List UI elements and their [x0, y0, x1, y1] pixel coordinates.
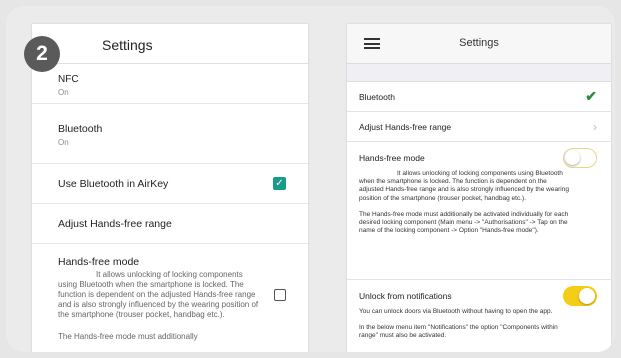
bluetooth-label: Bluetooth [58, 123, 103, 135]
android-header: Settings [32, 24, 308, 64]
ios-adjust-range-label: Adjust Hands-free range [359, 121, 452, 132]
ios-unlock-notifications-description-2: In the below menu item "Notifications" t… [359, 324, 558, 340]
check-icon: ✓ [275, 177, 284, 189]
ios-header: Settings [347, 24, 611, 64]
ios-settings-screen: Settings Bluetooth ✔ Adjust Hands-free r… [347, 24, 611, 352]
ios-hands-free-block: Hands-free mode It allows unlocking of l… [347, 142, 611, 280]
bluetooth-value: On [58, 138, 69, 147]
chevron-right-icon: › [593, 119, 597, 134]
android-adjust-range-item[interactable]: Adjust Hands-free range [32, 204, 308, 244]
ios-hands-free-description: It allows unlocking of locking component… [359, 170, 569, 202]
android-page-title: Settings [102, 37, 153, 53]
step-badge: 2 [24, 36, 60, 72]
hands-free-checkbox[interactable] [274, 289, 286, 301]
use-bluetooth-checkbox[interactable]: ✓ [273, 177, 286, 190]
android-hands-free-item[interactable]: Hands-free mode It allows unlocking of l… [32, 244, 308, 352]
ios-hands-free-description-2: The Hands-free mode must additionally be… [359, 210, 569, 235]
adjust-range-label: Adjust Hands-free range [58, 217, 172, 230]
hands-free-description: It allows unlocking of locking component… [58, 270, 259, 319]
ios-bluetooth-label: Bluetooth [359, 91, 395, 102]
use-bluetooth-label: Use Bluetooth in AirKey [58, 177, 169, 190]
android-settings-screen: Settings NFC On Bluetooth On Use Bluetoo… [32, 24, 308, 352]
android-nfc-item[interactable]: NFC On [32, 64, 308, 104]
checkmark-icon: ✔ [585, 88, 597, 104]
hands-free-label: Hands-free mode [58, 256, 140, 268]
ios-unlock-notifications-block: Unlock from notifications You can unlock… [347, 280, 611, 352]
hands-free-description-2: The Hands-free mode must additionally [58, 332, 198, 341]
ios-hands-free-label: Hands-free mode [359, 153, 425, 163]
hands-free-toggle[interactable] [563, 148, 597, 168]
ios-page-title: Settings [459, 37, 499, 49]
screenshot-frame: 2 Settings NFC On Bluetooth On Use Bluet… [6, 6, 615, 352]
nfc-value: On [58, 88, 69, 97]
nfc-label: NFC [58, 74, 79, 85]
section-spacer [347, 64, 611, 82]
unlock-notifications-toggle[interactable] [563, 286, 597, 306]
ios-bluetooth-row[interactable]: Bluetooth ✔ [347, 82, 611, 112]
ios-unlock-notifications-label: Unlock from notifications [359, 291, 452, 301]
android-bluetooth-item[interactable]: Bluetooth On [32, 104, 308, 164]
ios-adjust-range-row[interactable]: Adjust Hands-free range › [347, 112, 611, 142]
android-use-bluetooth-item[interactable]: Use Bluetooth in AirKey ✓ [32, 164, 308, 204]
ios-unlock-notifications-description: You can unlock doors via Bluetooth witho… [359, 308, 553, 315]
